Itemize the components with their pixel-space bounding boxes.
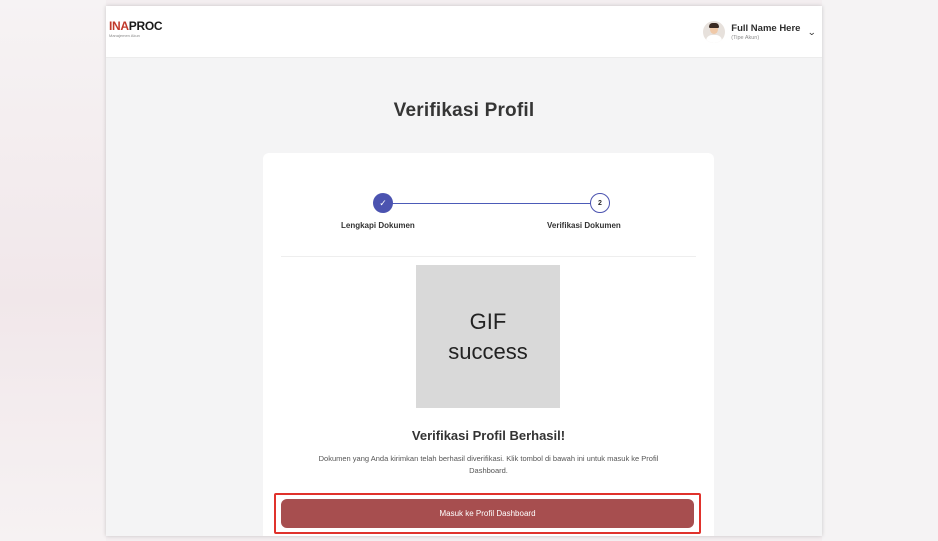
avatar bbox=[703, 21, 726, 43]
backdrop-left bbox=[0, 0, 106, 541]
step-2-label: Verifikasi Dokumen bbox=[547, 221, 621, 230]
verification-card: ✓ 2 Lengkapi Dokumen Verifikasi Dokumen … bbox=[263, 153, 714, 536]
logo-accent-text: INA bbox=[109, 19, 129, 33]
user-role: (Tipe Akun) bbox=[731, 34, 760, 41]
top-navbar: INAPROC Manajemen Akun Full Name Here (T… bbox=[106, 6, 822, 58]
logo-rest-text: PROC bbox=[128, 19, 163, 33]
stepper-connector bbox=[383, 203, 600, 204]
go-to-profile-dashboard-button[interactable]: Masuk ke Profil Dashboard bbox=[281, 499, 694, 528]
chevron-down-icon[interactable]: ⌄ bbox=[808, 27, 817, 37]
page-title: Verifikasi Profil bbox=[393, 100, 535, 121]
user-menu[interactable]: Full Name Here (Tipe Akun) ⌄ bbox=[703, 18, 817, 46]
logo-subtitle: Manajemen Akun bbox=[109, 33, 140, 38]
stepper: ✓ 2 Lengkapi Dokumen Verifikasi Dokumen bbox=[263, 153, 714, 253]
success-description: Dokumen yang Anda kirimkan telah berhasi… bbox=[318, 454, 659, 475]
inaproc-logo[interactable]: INAPROC Manajemen Akun bbox=[109, 19, 163, 38]
backdrop-right bbox=[822, 0, 938, 541]
step-1-label: Lengkapi Dokumen bbox=[341, 221, 415, 230]
step-2-indicator: 2 bbox=[590, 193, 610, 213]
gif-placeholder-line1: GIF bbox=[469, 308, 507, 334]
user-info: Full Name Here (Tipe Akun) bbox=[731, 23, 800, 42]
user-name: Full Name Here bbox=[731, 22, 801, 34]
divider bbox=[281, 256, 696, 257]
gif-placeholder-line2: success bbox=[448, 338, 528, 364]
success-gif-placeholder: GIF success bbox=[416, 265, 560, 408]
step-1-check-icon: ✓ bbox=[373, 193, 393, 213]
app-window: INAPROC Manajemen Akun Full Name Here (T… bbox=[106, 6, 822, 536]
logo-wordmark: INAPROC bbox=[109, 19, 163, 33]
success-title: Verifikasi Profil Berhasil! bbox=[411, 428, 566, 443]
